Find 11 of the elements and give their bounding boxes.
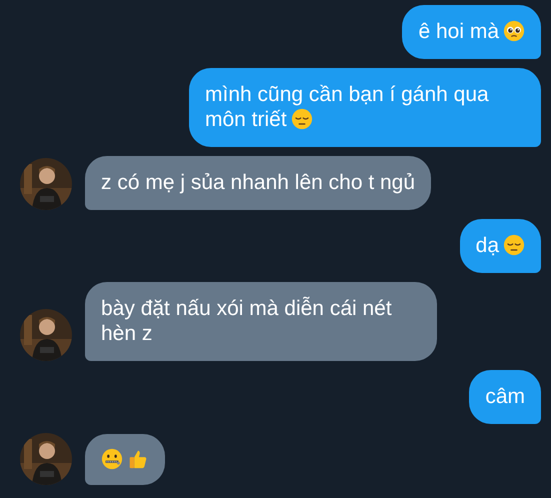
message-text: bày đặt nấu xói mà diễn cái nét hèn z	[101, 296, 393, 346]
message-text: ê hoi mà	[418, 19, 525, 44]
face-icon	[503, 234, 525, 256]
face-icon	[290, 108, 313, 130]
message-text: dạ	[476, 233, 525, 258]
message-text: câm	[485, 384, 525, 409]
thumbs-up-icon	[127, 448, 149, 470]
message-text: z có mẹ j sủa nhanh lên cho t ngủ	[101, 170, 416, 195]
face-icon	[101, 448, 123, 470]
message-text: mình cũng cần bạn í gánh qua môn triết	[205, 82, 490, 132]
face-icon	[503, 20, 525, 42]
